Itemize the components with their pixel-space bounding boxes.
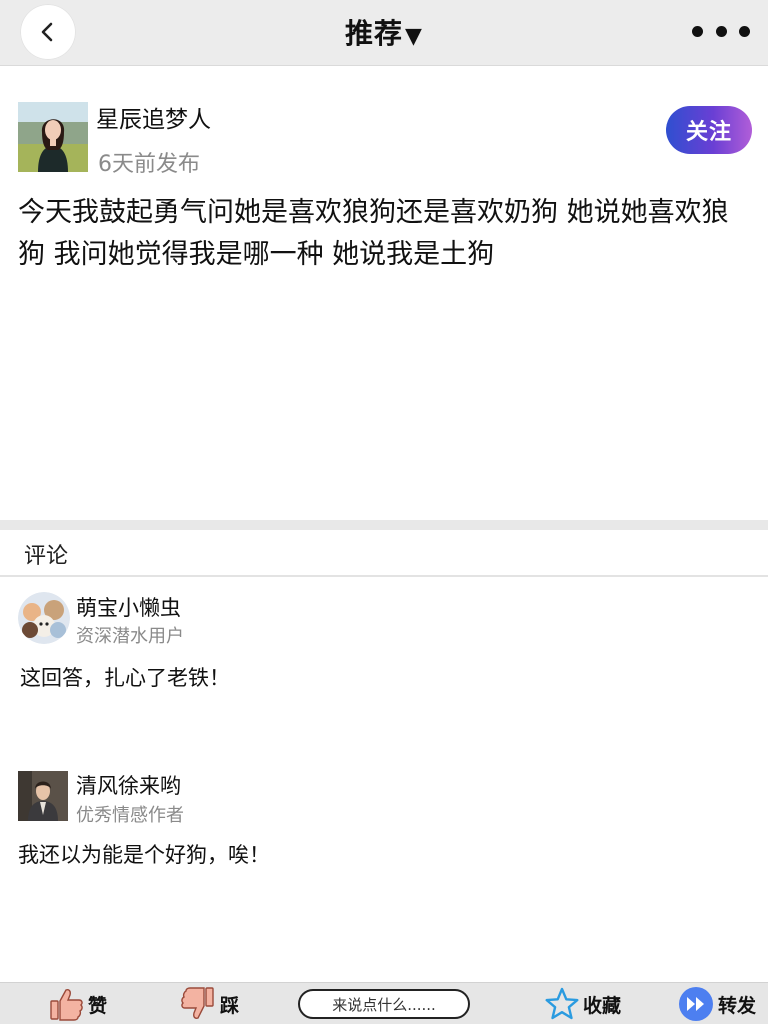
comment-author-badge: 优秀情感作者 xyxy=(76,805,184,826)
thumbs-down-icon xyxy=(181,987,214,1019)
favorite-label: 收藏 xyxy=(583,994,622,1017)
like-button[interactable]: 赞 xyxy=(48,985,107,1023)
comments-divider xyxy=(0,575,768,577)
favorite-button[interactable]: 收藏 xyxy=(545,985,621,1023)
more-dot-icon xyxy=(692,25,703,37)
follow-button[interactable]: 关注 xyxy=(666,106,752,154)
section-divider xyxy=(0,520,768,530)
comment-author-name[interactable]: 清风徐来哟 xyxy=(76,770,181,800)
more-dot-icon xyxy=(739,25,750,37)
thumbs-up-icon xyxy=(50,989,83,1021)
feed-selector[interactable]: 推荐▼ xyxy=(0,12,768,52)
dislike-button[interactable]: 踩 xyxy=(180,985,239,1023)
author-name[interactable]: 星辰追梦人 xyxy=(96,100,211,134)
more-options-button[interactable] xyxy=(688,14,754,48)
page-title: 推荐 xyxy=(345,17,404,50)
post-content: 今天我鼓起勇气问她是喜欢狼狗还是喜欢奶狗 她说她喜欢狼狗 我问她觉得我是哪一种 … xyxy=(18,197,729,270)
comment-author-badge: 资深潜水用户 xyxy=(76,626,184,647)
post-card: 星辰追梦人 6天前发布 关注 今天我鼓起勇气问她是喜欢狼狗还是喜欢奶狗 她说她喜… xyxy=(0,66,768,520)
more-dot-icon xyxy=(715,25,727,37)
comments-heading: 评论 xyxy=(24,544,69,569)
app-root: 推荐▼ 星辰追梦人 6天前发布 关注 今天我鼓起勇气问她是喜欢狼狗还是喜欢奶狗 … xyxy=(0,0,768,1024)
comment-avatar[interactable] xyxy=(18,771,68,821)
top-nav-bar: 推荐▼ xyxy=(0,0,768,66)
comment-text: 我还以为能是个好狗，唉！ xyxy=(18,843,270,867)
author-avatar[interactable] xyxy=(18,102,88,172)
star-icon xyxy=(545,987,579,1020)
comment-item: 萌宝小懒虫 资深潜水用户 这回答，扎心了老铁！ xyxy=(0,590,768,700)
post-time: 6天前发布 xyxy=(98,152,200,177)
dropdown-caret-icon: ▼ xyxy=(405,24,423,49)
comment-text: 这回答，扎心了老铁！ xyxy=(20,666,230,690)
bottom-action-bar: 赞 踩 来说点什么...... 收藏 转发 xyxy=(0,982,768,1024)
share-label: 转发 xyxy=(718,994,757,1017)
comment-author-name[interactable]: 萌宝小懒虫 xyxy=(76,592,181,622)
comment-avatar[interactable] xyxy=(18,592,70,644)
comment-input[interactable]: 来说点什么...... xyxy=(298,989,470,1019)
comment-item: 清风徐来哟 优秀情感作者 我还以为能是个好狗，唉！ xyxy=(0,770,768,880)
like-label: 赞 xyxy=(88,994,108,1017)
share-button[interactable]: 转发 xyxy=(678,985,756,1023)
dislike-label: 踩 xyxy=(220,994,240,1017)
forward-icon xyxy=(679,987,713,1021)
